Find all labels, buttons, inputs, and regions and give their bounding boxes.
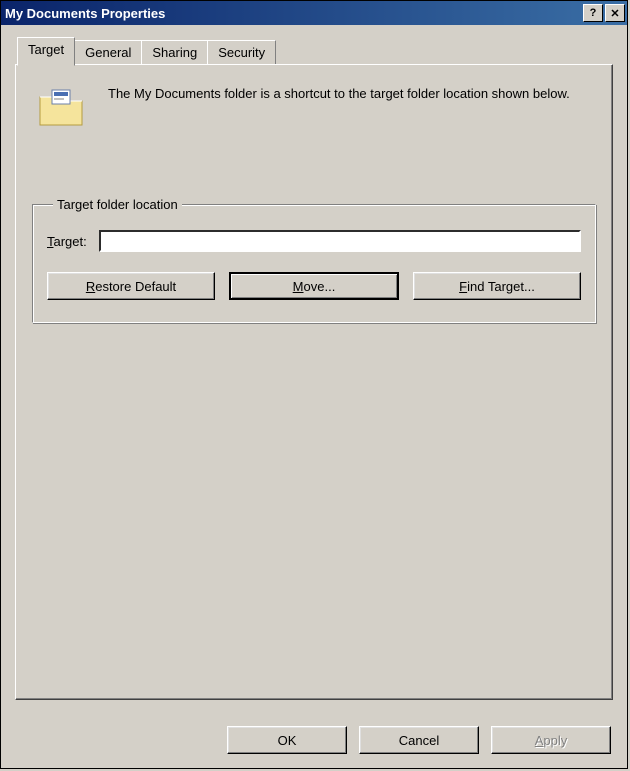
move-button[interactable]: Move... bbox=[229, 272, 399, 300]
target-folder-group: Target folder location Target: Restore D… bbox=[32, 197, 596, 323]
restore-default-button[interactable]: Restore Default bbox=[47, 272, 215, 300]
target-input[interactable] bbox=[99, 230, 581, 252]
dialog-footer: OK Cancel Apply bbox=[1, 714, 627, 768]
properties-dialog: My Documents Properties ? ✕ Target Gener… bbox=[0, 0, 628, 769]
client-area: Target General Sharing Security The My D… bbox=[1, 25, 627, 714]
window-title: My Documents Properties bbox=[5, 6, 583, 21]
tab-panel-target: The My Documents folder is a shortcut to… bbox=[15, 64, 613, 700]
info-text: The My Documents folder is a shortcut to… bbox=[108, 83, 570, 103]
tab-strip: Target General Sharing Security bbox=[17, 37, 613, 64]
tab-security[interactable]: Security bbox=[207, 40, 276, 64]
info-row: The My Documents folder is a shortcut to… bbox=[32, 83, 596, 127]
close-button[interactable]: ✕ bbox=[605, 4, 625, 22]
find-target-button[interactable]: Find Target... bbox=[413, 272, 581, 300]
group-button-row: Restore Default Move... Find Target... bbox=[47, 272, 581, 300]
group-legend: Target folder location bbox=[53, 197, 182, 212]
target-row: Target: bbox=[47, 230, 581, 252]
apply-button[interactable]: Apply bbox=[491, 726, 611, 754]
ok-button[interactable]: OK bbox=[227, 726, 347, 754]
tab-general[interactable]: General bbox=[74, 40, 142, 64]
titlebar-buttons: ? ✕ bbox=[583, 4, 625, 22]
cancel-button[interactable]: Cancel bbox=[359, 726, 479, 754]
tab-target[interactable]: Target bbox=[17, 37, 75, 66]
title-bar: My Documents Properties ? ✕ bbox=[1, 1, 627, 25]
target-label: Target: bbox=[47, 234, 87, 249]
help-button[interactable]: ? bbox=[583, 4, 603, 22]
folder-shortcut-icon bbox=[38, 87, 86, 127]
tab-sharing[interactable]: Sharing bbox=[141, 40, 208, 64]
